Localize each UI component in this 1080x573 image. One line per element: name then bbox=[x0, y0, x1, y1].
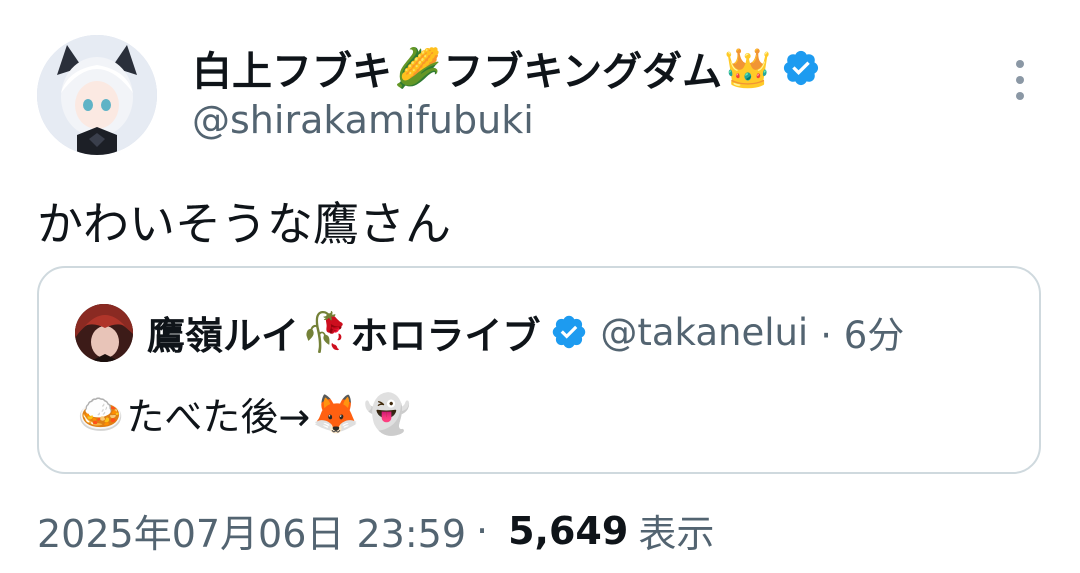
verified-badge-icon[interactable] bbox=[781, 48, 821, 88]
view-count-label: 表示 bbox=[638, 512, 715, 556]
tweet-timestamp[interactable]: 2025年07月06日 23:59 bbox=[37, 503, 466, 558]
author-handle[interactable]: @shirakamifubuki bbox=[192, 98, 534, 142]
quoted-tweet-text: 🍛 たべた後→ 🦊 👻 bbox=[75, 386, 413, 441]
curry-emoji-icon: 🍛 bbox=[77, 391, 125, 436]
dot bbox=[1016, 92, 1024, 100]
verified-badge-icon[interactable] bbox=[550, 313, 588, 351]
author-display-name[interactable]: 白上フブキ bbox=[192, 39, 392, 97]
quoted-author-display-name[interactable]: 鷹嶺ルイ bbox=[147, 305, 299, 360]
view-count: 5,649 bbox=[508, 508, 629, 553]
tweet-card: 白上フブキ 🌽 フブキングダム 👑 @shirakamifubuki かわいそう… bbox=[0, 0, 1080, 573]
tweet-meta: 2025年07月06日 23:59 · 5,649 表示 bbox=[37, 503, 714, 558]
quoted-tweet[interactable]: 鷹嶺ルイ 🥀 ホロライブ @takanelui · 6分 🍛 たべた後→ 🦊 👻 bbox=[37, 266, 1041, 474]
more-options-icon[interactable] bbox=[1008, 60, 1032, 100]
meta-separator: · bbox=[476, 508, 489, 553]
dot bbox=[1016, 60, 1024, 68]
corn-emoji-icon: 🌽 bbox=[394, 46, 442, 90]
ghost-emoji-icon: 👻 bbox=[363, 391, 411, 436]
quoted-author-avatar[interactable] bbox=[75, 304, 133, 362]
red-hair-avatar-icon bbox=[75, 304, 133, 362]
fox-emoji-icon: 🦊 bbox=[312, 391, 360, 436]
fox-girl-avatar-icon bbox=[37, 35, 157, 155]
dot bbox=[1016, 76, 1024, 84]
author-avatar[interactable] bbox=[37, 35, 157, 155]
quoted-author-display-name-suffix[interactable]: ホロライブ bbox=[350, 305, 540, 360]
author-display-name-suffix[interactable]: フブキングダム bbox=[443, 39, 722, 97]
quoted-tweet-time[interactable]: · 6分 bbox=[820, 305, 904, 359]
crown-emoji-icon: 👑 bbox=[724, 46, 772, 90]
quoted-author-handle[interactable]: @takanelui bbox=[600, 311, 808, 354]
wilted-rose-emoji-icon: 🥀 bbox=[301, 310, 349, 354]
tweet-text: かわいそうな鷹さん bbox=[37, 197, 451, 251]
quoted-tweet-body: たべた後→ bbox=[126, 395, 311, 439]
quoted-author-row[interactable]: 鷹嶺ルイ 🥀 ホロライブ @takanelui · 6分 bbox=[147, 306, 904, 358]
author-name-row[interactable]: 白上フブキ 🌽 フブキングダム 👑 bbox=[192, 39, 821, 97]
